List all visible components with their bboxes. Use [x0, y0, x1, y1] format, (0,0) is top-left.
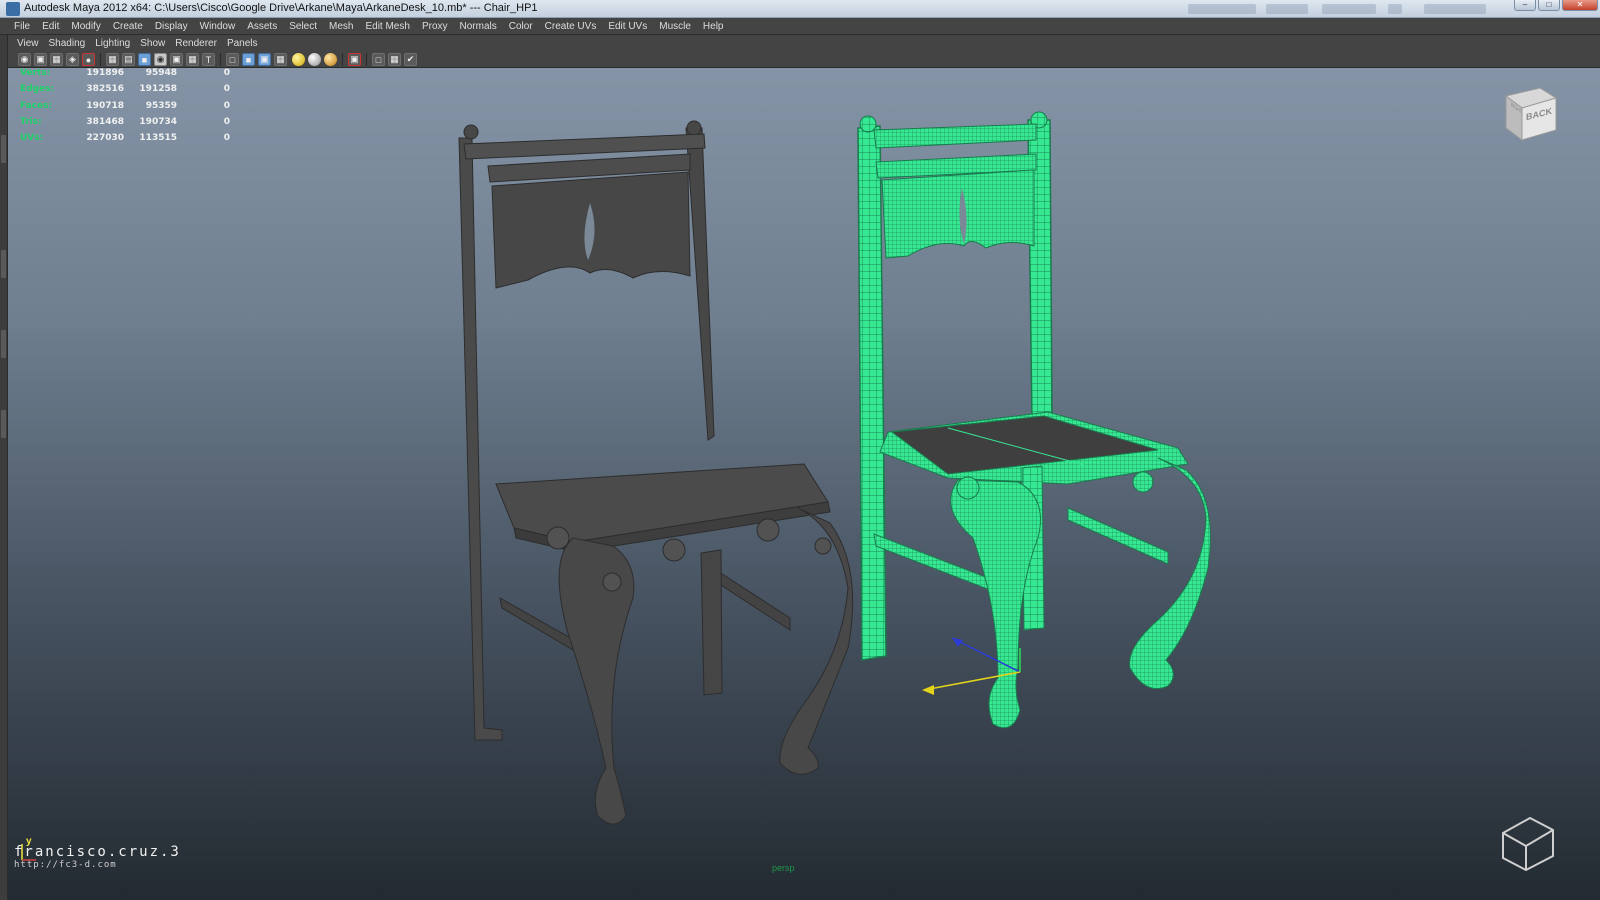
menu-file[interactable]: File	[8, 21, 36, 32]
camera-attributes-icon[interactable]: ▣	[34, 53, 47, 66]
maya-logo-icon	[1502, 816, 1554, 872]
title-bar-widget	[1266, 4, 1308, 14]
gate-mask-icon[interactable]: ◉	[154, 53, 167, 66]
share-icon[interactable]: ✔	[404, 53, 417, 66]
grid-icon[interactable]: ▦	[106, 53, 119, 66]
close-icon[interactable]: ✕	[1562, 0, 1598, 11]
title-bar-widget	[1322, 4, 1376, 14]
toolbar-separator	[342, 53, 343, 66]
menu-color[interactable]: Color	[503, 21, 539, 32]
panel-menu-renderer[interactable]: Renderer	[170, 38, 222, 49]
use-all-lights-icon[interactable]	[292, 53, 305, 66]
film-gate-icon[interactable]: ▤	[122, 53, 135, 66]
menu-modify[interactable]: Modify	[65, 21, 106, 32]
panel-menu-shading[interactable]: Shading	[44, 38, 91, 49]
menu-create-uvs[interactable]: Create UVs	[539, 21, 603, 32]
menu-assets[interactable]: Assets	[241, 21, 283, 32]
menu-proxy[interactable]: Proxy	[416, 21, 454, 32]
minimize-icon[interactable]: –	[1514, 0, 1536, 11]
menu-edit-uvs[interactable]: Edit UVs	[602, 21, 653, 32]
panel-menu-bar: View Shading Lighting Show Renderer Pane…	[8, 35, 1600, 51]
chair-mesh-wireframe[interactable]	[857, 111, 1211, 729]
camera-name-label: persp	[772, 863, 795, 873]
author-watermark: francisco.cruz.3	[14, 844, 181, 860]
menu-create[interactable]: Create	[107, 21, 149, 32]
panel-menu-view[interactable]: View	[12, 38, 44, 49]
panel-menu-show[interactable]: Show	[135, 38, 170, 49]
perspective-viewport[interactable]: Verts: 191896 95948 0 Edges: 382516 1912…	[8, 68, 1600, 900]
menu-muscle[interactable]: Muscle	[653, 21, 697, 32]
title-bar-widget	[1388, 4, 1402, 14]
maximize-icon[interactable]: □	[1538, 0, 1560, 11]
xray-joints-icon[interactable]: ▦	[388, 53, 401, 66]
dock-tab[interactable]	[1, 330, 6, 358]
panel-menu-panels[interactable]: Panels	[222, 38, 263, 49]
window-controls: – □ ✕	[1514, 0, 1598, 11]
menu-display[interactable]: Display	[149, 21, 194, 32]
scene-canvas	[21, 87, 1558, 872]
left-dock-strip	[0, 35, 8, 900]
image-plane-icon[interactable]: ◈	[66, 53, 79, 66]
bookmark-icon[interactable]: ▦	[50, 53, 63, 66]
title-bar-widget	[1424, 4, 1486, 14]
chair-mesh-shaded[interactable]	[458, 120, 854, 825]
menu-normals[interactable]: Normals	[454, 21, 503, 32]
dock-tab[interactable]	[1, 135, 6, 163]
select-camera-icon[interactable]: ◉	[18, 53, 31, 66]
shadows-icon[interactable]	[308, 53, 321, 66]
dock-tab[interactable]	[1, 250, 6, 278]
menu-select[interactable]: Select	[283, 21, 323, 32]
toolbar-separator	[100, 53, 101, 66]
panel-menu-lighting[interactable]: Lighting	[90, 38, 135, 49]
smooth-shade-icon[interactable]: ■	[242, 53, 255, 66]
wireframe-on-shaded-icon[interactable]: ▣	[258, 53, 271, 66]
window-title-bar: Autodesk Maya 2012 x64: C:\Users\Cisco\G…	[0, 0, 1600, 18]
maya-app: Autodesk Maya 2012 x64: C:\Users\Cisco\G…	[0, 0, 1600, 900]
resolution-gate-icon[interactable]: ■	[138, 53, 151, 66]
maya-app-icon[interactable]	[6, 2, 20, 16]
menu-window[interactable]: Window	[194, 21, 242, 32]
isolate-select-icon[interactable]: □	[372, 53, 385, 66]
menu-edit-mesh[interactable]: Edit Mesh	[359, 21, 415, 32]
textured-icon[interactable]: ▦	[274, 53, 287, 66]
safe-title-icon[interactable]: T	[202, 53, 215, 66]
author-url: http://fc3-d.com	[14, 860, 117, 870]
wireframe-icon[interactable]: □	[226, 53, 239, 66]
toolbar-separator	[220, 53, 221, 66]
dock-tab[interactable]	[1, 410, 6, 438]
main-menu-bar: File Edit Modify Create Display Window A…	[0, 18, 1600, 35]
safe-action-icon[interactable]: ▦	[186, 53, 199, 66]
toolbar-separator	[366, 53, 367, 66]
xray-icon[interactable]: ▣	[348, 53, 361, 66]
field-chart-icon[interactable]: ▣	[170, 53, 183, 66]
window-title: Autodesk Maya 2012 x64: C:\Users\Cisco\G…	[24, 2, 538, 14]
menu-help[interactable]: Help	[697, 21, 730, 32]
high-quality-icon[interactable]	[324, 53, 337, 66]
menu-mesh[interactable]: Mesh	[323, 21, 359, 32]
panel-toolbar: ◉ ▣ ▦ ◈ ● ▦ ▤ ■ ◉ ▣ ▦ T □ ■ ▣ ▦ ▣ □ ▦ ✔	[8, 51, 1600, 68]
title-bar-widget	[1188, 4, 1256, 14]
camera-lock-icon[interactable]: ●	[82, 53, 95, 66]
menu-edit[interactable]: Edit	[36, 21, 65, 32]
